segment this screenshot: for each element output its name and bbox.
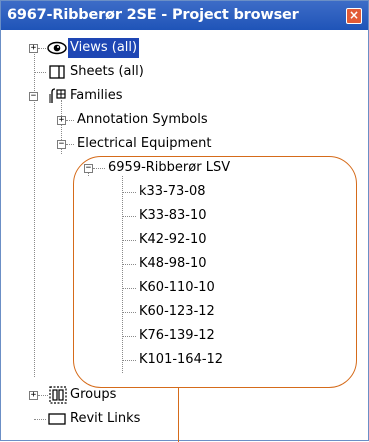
tree-item-label: Revit Links — [70, 411, 141, 426]
families-icon — [49, 88, 66, 103]
callout-pointer-line — [178, 388, 179, 442]
tree-item-label: K33-83-10 — [139, 208, 207, 223]
tree-item-sheets[interactable]: Sheets (all) — [1, 62, 368, 82]
tree-item-type[interactable]: K48-98-10 — [1, 254, 368, 274]
tree-connector — [38, 48, 46, 49]
collapse-families-button[interactable]: − — [29, 92, 38, 101]
tree-connector — [66, 144, 74, 145]
title-bar[interactable]: 6967-Ribberør 2SE - Project browser × — [1, 1, 368, 30]
tree-item-label: K60-123-12 — [139, 304, 215, 319]
tree-item-label: Sheets (all) — [70, 64, 144, 79]
project-browser-window: 6967-Ribberør 2SE - Project browser × + … — [0, 0, 369, 442]
tree-item-label: Electrical Equipment — [77, 136, 212, 151]
tree-item-views[interactable]: + Views (all) — [1, 38, 368, 58]
tree-item-type[interactable]: K33-83-10 — [1, 206, 368, 226]
tree-item-label: K48-98-10 — [139, 256, 207, 271]
tree-item-type[interactable]: K60-110-10 — [1, 278, 368, 298]
tree-connector — [122, 312, 136, 313]
tree-item-type[interactable]: k33-73-08 — [1, 182, 368, 202]
tree-item-label: K42-92-10 — [139, 232, 207, 247]
tree-item-family-6959[interactable]: − 6959-Ribberør LSV — [1, 158, 368, 178]
tree-item-revit-links[interactable]: Revit Links — [1, 409, 368, 429]
tree-item-type[interactable]: K60-123-12 — [1, 302, 368, 322]
tree-item-label: 6959-Ribberør LSV — [108, 160, 231, 175]
tree-item-label: Views (all) — [68, 38, 140, 58]
tree-connector — [38, 395, 48, 396]
project-tree: + Views (all) Sheets (all) − Families + … — [1, 30, 368, 440]
tree-item-label: K60-110-10 — [139, 280, 215, 295]
tree-item-electrical-equipment[interactable]: − Electrical Equipment — [1, 134, 368, 154]
tree-item-label: K101-164-12 — [139, 352, 224, 367]
tree-connector — [122, 192, 136, 193]
expand-views-button[interactable]: + — [29, 44, 38, 53]
tree-connector — [66, 120, 74, 121]
tree-item-families[interactable]: − Families — [1, 86, 368, 106]
revit-links-icon — [48, 413, 66, 425]
tree-item-type[interactable]: K76-139-12 — [1, 326, 368, 346]
tree-item-label: Annotation Symbols — [77, 112, 208, 127]
tree-connector — [122, 288, 136, 289]
tree-item-annotation-symbols[interactable]: + Annotation Symbols — [1, 110, 368, 130]
tree-connector — [122, 264, 136, 265]
tree-item-label: Families — [70, 88, 123, 103]
eye-icon — [47, 41, 67, 55]
sheets-icon — [49, 65, 65, 79]
tree-connector — [34, 419, 46, 420]
tree-connector — [122, 240, 136, 241]
close-icon: × — [348, 8, 360, 22]
collapse-family-button[interactable]: − — [84, 164, 93, 173]
tree-item-type[interactable]: K101-164-12 — [1, 350, 368, 370]
tree-connector — [93, 168, 105, 169]
tree-item-label: K76-139-12 — [139, 328, 215, 343]
tree-connector — [122, 336, 136, 337]
tree-connector — [34, 72, 46, 73]
expand-groups-button[interactable]: + — [29, 391, 38, 400]
tree-item-label: Groups — [70, 387, 117, 402]
tree-connector — [122, 216, 136, 217]
tree-item-type[interactable]: K42-92-10 — [1, 230, 368, 250]
close-button[interactable]: × — [346, 8, 362, 24]
window-title: 6967-Ribberør 2SE - Project browser — [7, 7, 299, 23]
tree-item-groups[interactable]: + Groups — [1, 385, 368, 405]
collapse-electrical-equipment-button[interactable]: − — [57, 140, 66, 149]
groups-icon — [49, 386, 67, 404]
tree-connector — [122, 360, 136, 361]
expand-annotation-symbols-button[interactable]: + — [57, 116, 66, 125]
tree-item-label: k33-73-08 — [139, 184, 206, 199]
